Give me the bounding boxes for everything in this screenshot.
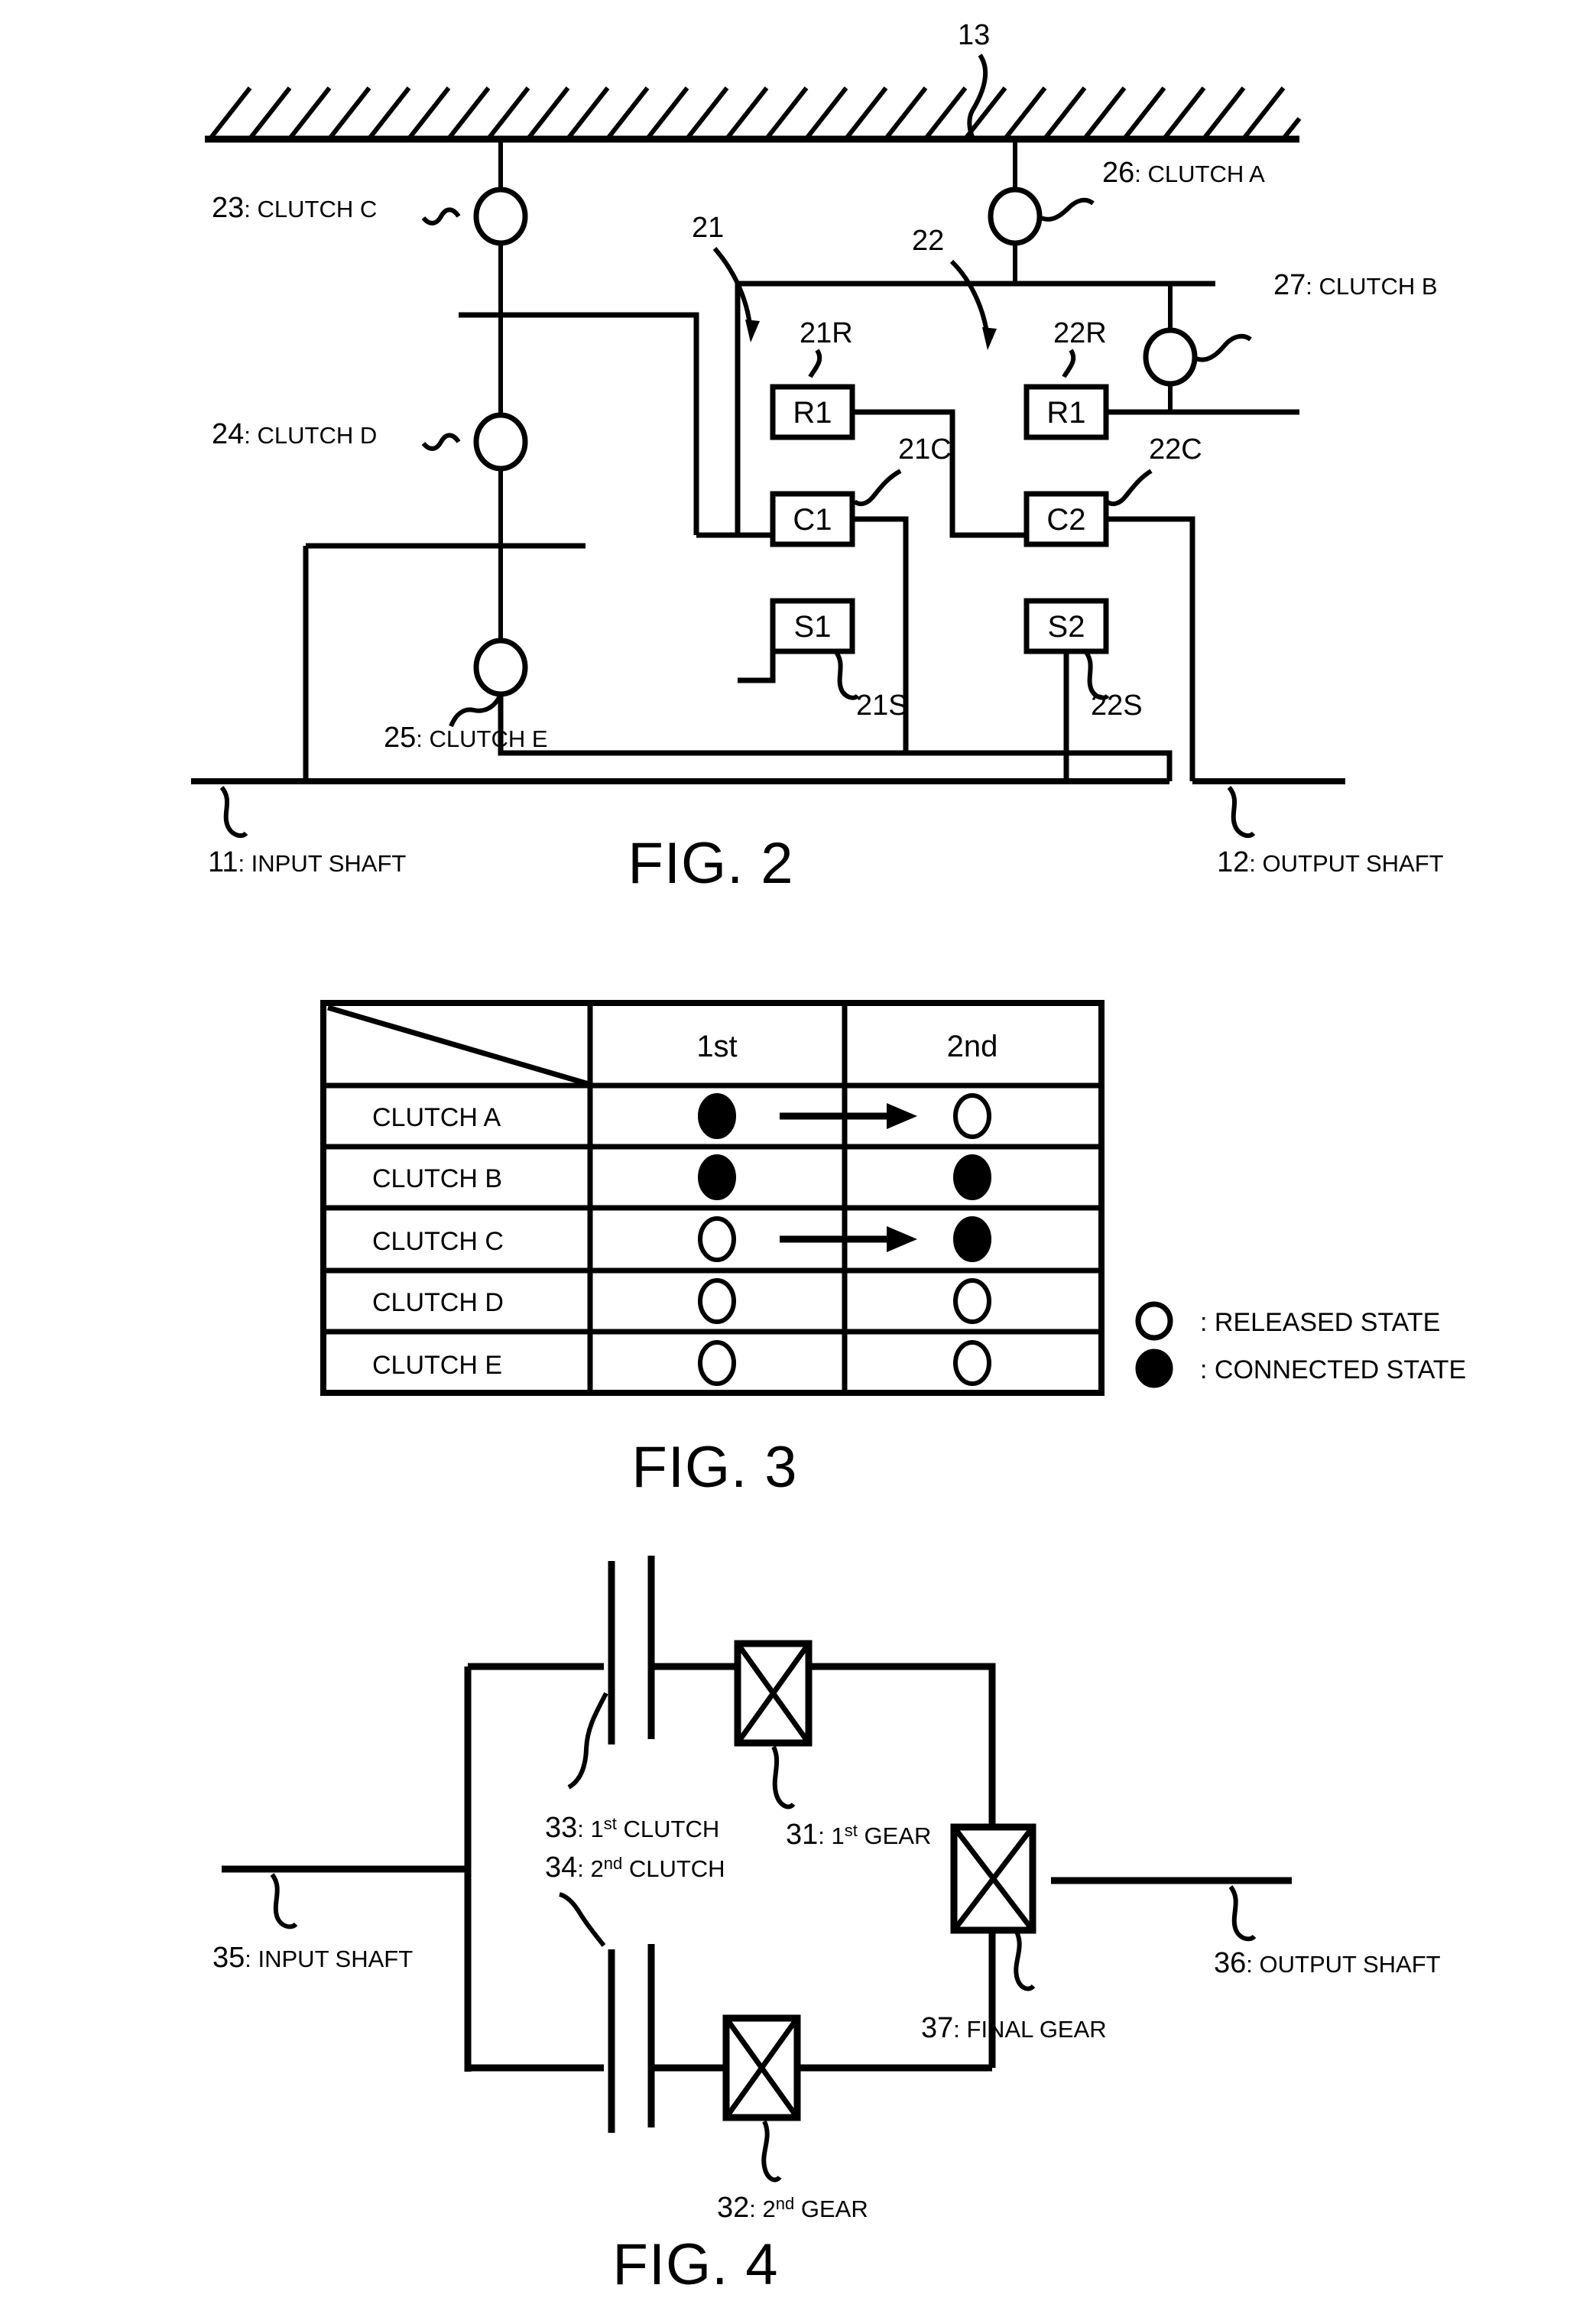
patent-drawing-sheet: 13 23: CLUTCH C 24: CLUTCH D 25: CLUTCH … <box>0 0 1596 2314</box>
fig4-input-shaft-label: 35: INPUT SHAFT <box>212 1942 413 1974</box>
fig4-leader-second-clutch <box>559 1892 606 1947</box>
figure-4: 35: INPUT SHAFT 33: 1st CLUTCH 31: 1st G… <box>212 1556 1441 2297</box>
fig4-leader-output-shaft <box>1228 1885 1257 1942</box>
fig4-first-gear-label: 31: 1st GEAR <box>786 1819 931 1851</box>
fig4-wire-firstgear-to-final <box>809 1663 996 1827</box>
figure-4-title: FIG. 4 <box>612 2232 778 2297</box>
fig4-leader-final-gear <box>1014 1930 1036 1991</box>
fig4-first-clutch-label: 33: 1st CLUTCH <box>545 1812 719 1844</box>
fig4-leader-input-shaft <box>270 1873 298 1929</box>
fig4-leader-second-gear <box>761 2120 782 2183</box>
fig4-second-gear-label: 32: 2nd GEAR <box>717 2192 868 2224</box>
fig4-final-gear-label: 37: FINAL GEAR <box>921 2012 1107 2044</box>
fig4-second-clutch-label: 34: 2nd CLUTCH <box>545 1852 725 1884</box>
fig4-leader-first-gear <box>771 1745 796 1809</box>
fig4-output-shaft-label: 36: OUTPUT SHAFT <box>1214 1947 1441 1979</box>
fig4-leader-first-clutch <box>567 1692 608 1790</box>
